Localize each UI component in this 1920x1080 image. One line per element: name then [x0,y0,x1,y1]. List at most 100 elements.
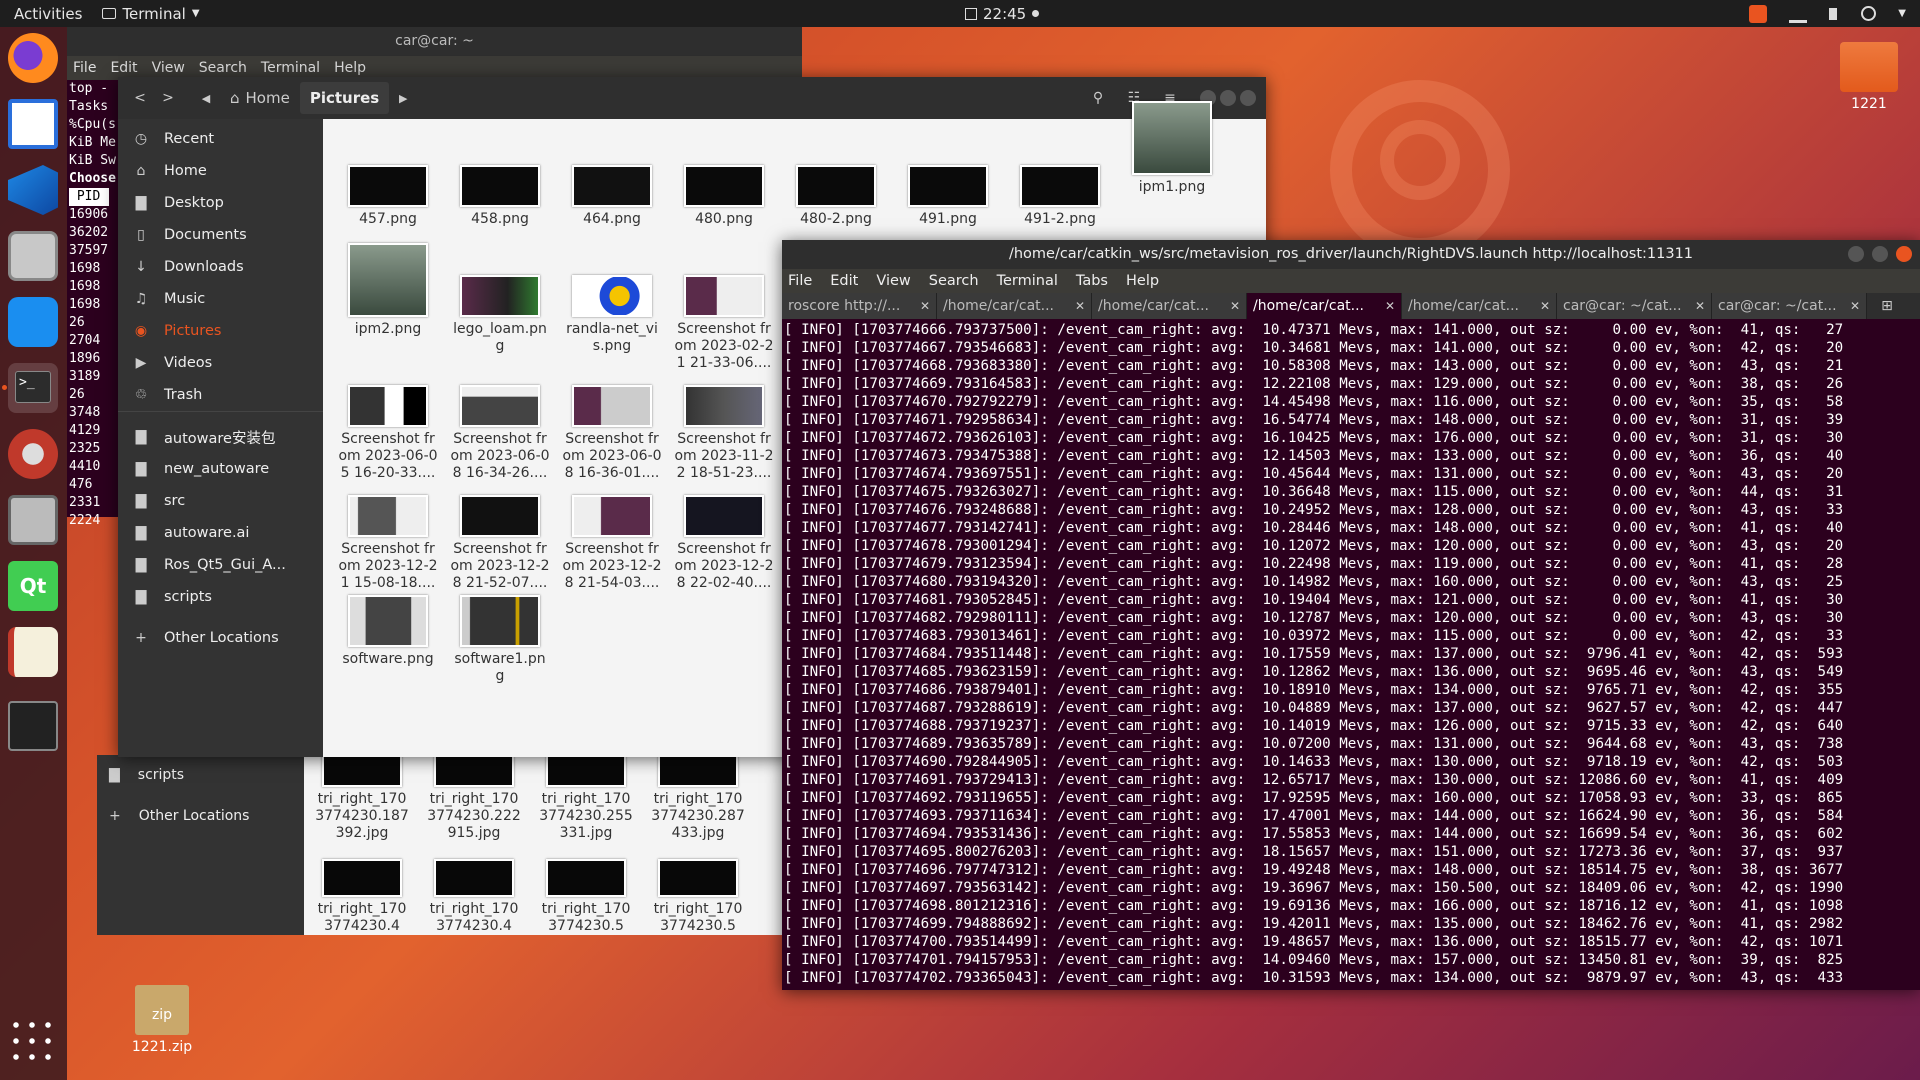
forward-button[interactable]: > [154,84,182,112]
vscode-icon[interactable] [8,165,58,215]
terminal-tab[interactable]: /home/car/cat... ✕ [1247,293,1402,319]
file-item[interactable]: 464.png [559,165,665,228]
maximize-button[interactable] [1872,246,1888,262]
terminal-tab[interactable]: car@car: ~/cat... ✕ [1557,293,1712,319]
terminal-tab[interactable]: /home/car/cat... ✕ [1402,293,1557,319]
minimize-button[interactable] [1848,246,1864,262]
sidebar-item-home[interactable]: ⌂ Home [118,157,323,185]
file-item[interactable]: tri_right_1703774230.4 [421,859,527,935]
sidebar-item-other-locations[interactable]: + Other Locations [118,624,323,652]
file-manager-icon[interactable] [8,231,58,281]
sidebar-item-ros-qt5-gui-a-[interactable]: ▇ Ros_Qt5_Gui_A... [118,551,323,579]
file-item[interactable]: Screenshot from 2023-02-21 21-33-06.... [671,275,777,372]
sidebar-item-new-autoware[interactable]: ▇ new_autoware [118,455,323,483]
close-tab-icon[interactable]: ✕ [1540,299,1550,313]
sidebar-item-videos[interactable]: ▶ Videos [118,349,323,377]
sidebar-item-autoware-ai[interactable]: ▇ autoware.ai [118,519,323,547]
menu-view[interactable]: View [876,273,910,289]
sidebar-item-documents[interactable]: ▯ Documents [118,221,323,249]
text-editor-icon[interactable] [8,627,58,677]
desktop-folder-1221[interactable]: 1221 [1834,42,1904,112]
file-item[interactable]: software1.png [447,595,553,685]
file-item[interactable]: tri_right_1703774230.222915.jpg [421,749,527,842]
settings-tools-icon[interactable] [8,429,58,479]
sidebar-item-trash[interactable]: ♲ Trash [118,381,323,409]
file-item[interactable]: randla-net_vis.png [559,275,665,355]
update-icon[interactable] [1749,4,1768,23]
power-icon[interactable] [1861,6,1877,21]
close-tab-icon[interactable]: ✕ [1695,299,1705,313]
file-item[interactable]: tri_right_1703774230.187392.jpg [309,749,415,842]
path-left-button[interactable]: ◀ [192,84,220,112]
menu-file[interactable]: File [73,60,96,76]
camera-icon[interactable] [8,495,58,545]
network-icon[interactable] [1789,5,1808,23]
file-item[interactable]: 458.png [447,165,553,228]
show-applications-icon[interactable] [8,1017,58,1067]
menu-terminal[interactable]: Terminal [997,273,1058,289]
menu-view[interactable]: View [152,60,185,76]
chevron-down-icon[interactable]: ▼ [1898,8,1906,19]
file-item[interactable]: 491.png [895,165,1001,228]
qt-creator-icon[interactable]: Qt [8,561,58,611]
sidebar-item-pictures[interactable]: ◉ Pictures [118,317,323,345]
system-monitor-icon[interactable] [8,701,58,751]
libreoffice-writer-icon[interactable] [8,99,58,149]
file-item[interactable]: 480-2.png [783,165,889,228]
terminal-tab[interactable]: /home/car/cat... ✕ [937,293,1092,319]
menu-tabs[interactable]: Tabs [1076,273,1108,289]
back-button[interactable]: < [126,84,154,112]
file-item[interactable]: lego_loam.png [447,275,553,355]
path-right-button[interactable]: ▶ [389,84,417,112]
menu-search[interactable]: Search [199,60,247,76]
terminal-dock-icon[interactable]: >_ [8,363,58,413]
file-item[interactable]: Screenshot from 2023-06-08 16-34-26.... [447,385,553,482]
file-item[interactable]: Screenshot from 2023-11-22 18-51-23.... [671,385,777,482]
file-item[interactable]: Screenshot from 2023-12-28 22-02-40.... [671,495,777,592]
app-menu[interactable]: Terminal ▼ [102,5,200,23]
sidebar-item-desktop[interactable]: ▇ Desktop [118,189,323,217]
close-button[interactable] [1240,90,1256,106]
close-button[interactable] [1896,246,1912,262]
file-item[interactable]: 480.png [671,165,777,228]
terminal-tab[interactable]: roscore http://... ✕ [782,293,937,319]
menu-file[interactable]: File [788,273,812,289]
menu-help[interactable]: Help [334,60,366,76]
file-item[interactable]: tri_right_1703774230.287433.jpg [645,749,751,842]
sidebar-item-recent[interactable]: ◷ Recent [118,125,323,153]
breadcrumb-home[interactable]: ⌂ Home [220,82,300,114]
file-item[interactable]: Screenshot from 2023-12-21 15-08-18.... [335,495,441,592]
close-tab-icon[interactable]: ✕ [1230,299,1240,313]
close-tab-icon[interactable]: ✕ [1850,299,1860,313]
volume-icon[interactable] [1829,7,1839,20]
desktop-zip-file[interactable]: zip 1221.zip [122,985,202,1055]
clock[interactable]: 22:45 [965,5,1040,23]
file-item[interactable]: 457.png [335,165,441,228]
sidebar-item-src[interactable]: ▇ src [118,487,323,515]
file-item[interactable]: Screenshot from 2023-06-08 16-36-01.... [559,385,665,482]
sidebar-item-music[interactable]: ♫ Music [118,285,323,313]
activities-button[interactable]: Activities [0,5,96,23]
close-tab-icon[interactable]: ✕ [1385,299,1395,313]
file-item[interactable]: tri_right_1703774230.4 [309,859,415,935]
teamviewer-icon[interactable] [8,297,58,347]
search-icon[interactable]: ⚲ [1080,84,1116,112]
close-tab-icon[interactable]: ✕ [920,299,930,313]
file-item[interactable]: tri_right_1703774230.255331.jpg [533,749,639,842]
file-item[interactable]: Screenshot from 2023-12-28 21-52-07.... [447,495,553,592]
sidebar-item-other-locations[interactable]: + Other Locations [97,803,302,829]
file-item[interactable]: 491-2.png [1007,165,1113,228]
file-item[interactable]: ipm2.png [335,243,441,338]
sidebar-item-downloads[interactable]: ↓ Downloads [118,253,323,281]
menu-help[interactable]: Help [1126,273,1159,289]
terminal-tab[interactable]: car@car: ~/cat... ✕ [1712,293,1867,319]
file-item[interactable]: tri_right_1703774230.5 [645,859,751,935]
firefox-icon[interactable] [8,33,58,83]
terminal-tab[interactable]: /home/car/cat... ✕ [1092,293,1247,319]
menu-edit[interactable]: Edit [830,273,858,289]
file-item[interactable]: tri_right_1703774230.5 [533,859,639,935]
file-item[interactable]: software.png [335,595,441,668]
file-item[interactable]: Screenshot from 2023-12-28 21-54-03.... [559,495,665,592]
file-item[interactable]: ipm1.png [1119,101,1225,196]
menu-search[interactable]: Search [929,273,979,289]
